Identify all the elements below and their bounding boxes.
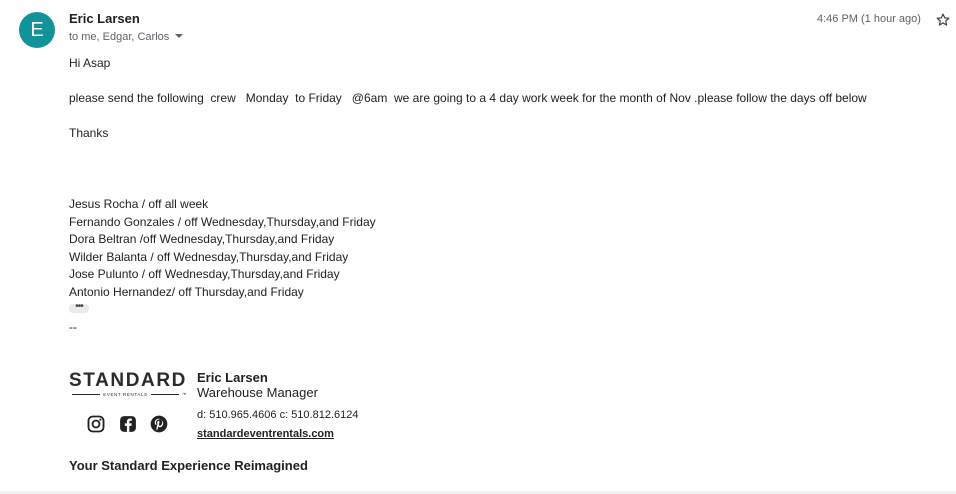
sender-name[interactable]: Eric Larsen [69,11,140,26]
crew-row: Jesus Rocha / off all week [69,197,209,211]
crew-row: Antonio Hernandez/ off Thursday,and Frid… [69,284,304,299]
greeting-line: Hi Asap [69,56,111,70]
pinterest-icon[interactable] [149,414,169,434]
logo-subtitle: EVENT RENTALS ™ [69,392,187,397]
crew-row: Jose Pulunto / off Wednesday,Thursday,an… [69,267,340,281]
website-link[interactable]: standardeventrentals.com [197,428,334,440]
email-message: E Eric Larsen to me, Edgar, Carlos 4:46 … [0,0,956,494]
signature-tagline: Your Standard Experience Reimagined [69,458,308,473]
recipients-toggle[interactable]: to me, Edgar, Carlos [69,31,184,43]
crew-list: Jesus Rocha / off all week Fernando Gonz… [69,196,376,301]
show-trimmed-content-button[interactable]: ••• [69,302,89,313]
chevron-down-icon[interactable] [175,34,184,39]
crew-row: Wilder Balanta / off Wednesday,Thursday,… [69,249,349,264]
crew-row: Dora Beltran /off Wednesday,Thursday,and… [69,232,335,246]
logo-wordmark: STANDARD [69,370,187,391]
crew-row: Fernando Gonzales / off Wednesday,Thursd… [69,214,376,229]
instagram-icon[interactable] [86,414,106,434]
closing-line: Thanks [69,126,109,140]
message-timestamp: 4:46 PM (1 hour ago) [817,13,921,25]
standard-logo: STANDARD EVENT RENTALS ™ [69,370,187,398]
recipients-label: to me, Edgar, Carlos [69,31,170,43]
avatar[interactable]: E [19,12,55,48]
signature-name: Eric Larsen [197,370,268,385]
signature-separator: -- [69,320,77,334]
logo-trademark: ™ [181,392,188,397]
star-icon[interactable] [935,12,951,28]
facebook-icon[interactable] [118,414,138,434]
logo-subtitle-text: EVENT RENTALS [103,392,148,397]
signature-phones: d: 510.965.4606 c: 510.812.6124 [197,409,359,421]
request-line: please send the following crew Monday to… [69,91,867,105]
signature-title: Warehouse Manager [197,385,318,400]
